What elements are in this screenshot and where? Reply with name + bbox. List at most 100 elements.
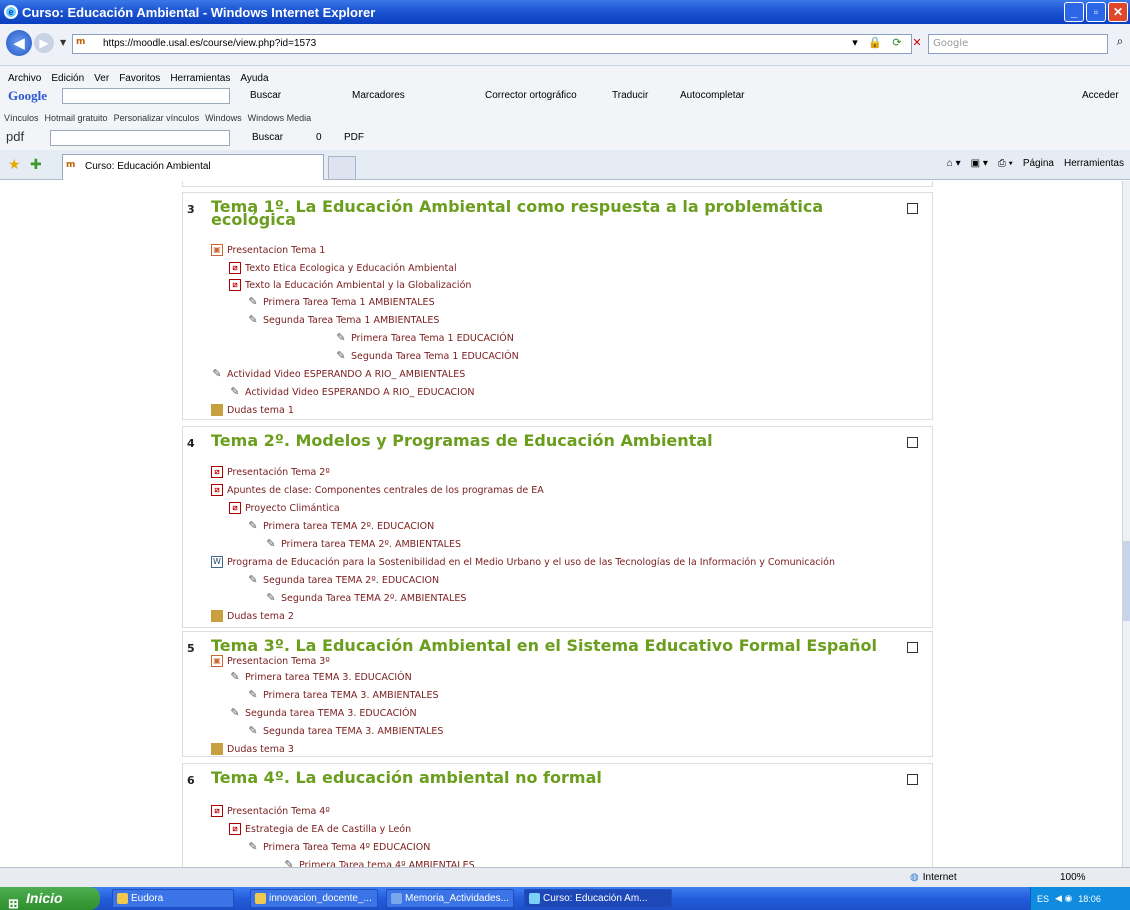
activity-label: Programa de Educación para la Sostenibil… — [227, 556, 836, 568]
bookmarks-button[interactable]: Marcadores — [352, 90, 405, 101]
window-title: Curso: Educación Ambiental - Windows Int… — [22, 4, 376, 20]
activity-link[interactable]: ⧄ Texto la Educación Ambiental y la Globa… — [229, 278, 471, 292]
menu-herramientas[interactable]: Herramientas — [170, 73, 230, 84]
translate-button[interactable]: Traducir — [612, 90, 648, 101]
menu-ver[interactable]: Ver — [94, 73, 109, 84]
activity-link[interactable]: ✎ Segunda tarea TEMA 3. AMBIENTALES — [247, 724, 443, 738]
language-indicator[interactable]: ES — [1037, 894, 1049, 904]
activity-link[interactable]: ✎ Segunda Tarea Tema 1 AMBIENTALES — [247, 313, 439, 327]
activity-label: Primera Tarea Tema 1 EDUCACIÓN — [351, 332, 514, 344]
menu-favoritos[interactable]: Favoritos — [119, 73, 160, 84]
pdf-icon: ⧄ — [211, 466, 223, 478]
link-windows-media[interactable]: Windows Media — [248, 113, 312, 123]
google-search-input[interactable] — [62, 88, 230, 104]
activity-link[interactable]: ✎ Primera tarea TEMA 3. EDUCACIÓN — [229, 670, 412, 684]
sign-in-button[interactable]: Acceder — [1082, 90, 1119, 101]
activity-link[interactable]: ✎ Segunda tarea TEMA 2º. EDUCACION — [247, 573, 439, 587]
activity-link[interactable]: W Programa de Educación para la Sostenibi… — [211, 555, 835, 569]
stop-icon[interactable]: ✕ — [907, 34, 927, 54]
new-tab-button[interactable] — [328, 156, 356, 180]
activity-link[interactable]: ⧄ Estrategia de EA de Castilla y León — [229, 822, 411, 836]
pdf-button[interactable]: PDF — [344, 132, 364, 143]
command-bar: ⌂ ▾ ▣ ▾ ⎙ ▾ Página Herramientas — [947, 158, 1124, 169]
activity-link[interactable]: ✎ Primera Tarea Tema 1 EDUCACIÓN — [335, 331, 514, 345]
link-windows[interactable]: Windows — [205, 113, 242, 123]
start-button[interactable]: ⊞ Inicio — [0, 887, 100, 910]
highlight-topic-checkbox[interactable] — [907, 437, 918, 448]
close-button[interactable]: ✕ — [1108, 2, 1128, 22]
activity-label: Primera tarea TEMA 3. EDUCACIÓN — [245, 671, 412, 683]
activity-link[interactable]: ✎ Segunda tarea TEMA 3. EDUCACIÓN — [229, 706, 417, 720]
activity-link[interactable]: Dudas tema 3 — [211, 742, 294, 756]
activity-link[interactable]: Dudas tema 1 — [211, 403, 294, 417]
address-input[interactable]: https://moodle.usal.es/course/view.php?i… — [72, 34, 912, 54]
activity-link[interactable]: ▣ Presentacion Tema 3º — [211, 654, 330, 668]
topic-section: 6 Tema 4º. La educación ambiental no form… — [182, 763, 933, 867]
activity-link[interactable]: ✎ Primera Tarea Tema 1 AMBIENTALES — [247, 295, 434, 309]
menu-archivo[interactable]: Archivo — [8, 73, 41, 84]
highlight-topic-checkbox[interactable] — [907, 774, 918, 785]
search-input[interactable]: Google — [928, 34, 1108, 54]
address-dropdown-icon[interactable]: ▾ — [845, 34, 865, 54]
home-icon[interactable]: ⌂ ▾ — [947, 158, 961, 169]
tray-icons[interactable]: ◀ ◉ — [1055, 893, 1072, 904]
activity-link[interactable]: ✎ Actividad Video ESPERANDO A RIO_ AMBIEN… — [211, 367, 465, 381]
activity-link[interactable]: ⧄ Proyecto Climántica — [229, 501, 340, 515]
ppt-icon: ▣ — [211, 655, 223, 667]
activity-link[interactable]: ✎ Primera tarea TEMA 2º. EDUCACION — [247, 519, 434, 533]
activity-label: Segunda tarea TEMA 3. EDUCACIÓN — [245, 707, 417, 719]
activity-link[interactable]: ✎ Segunda Tarea Tema 1 EDUCACIÓN — [335, 349, 518, 363]
activity-label: Segunda Tarea Tema 1 AMBIENTALES — [263, 314, 440, 326]
link-hotmail[interactable]: Hotmail gratuito — [45, 113, 108, 123]
tab-course[interactable]: Curso: Educación Ambiental — [62, 154, 324, 180]
favorites-star-icon[interactable]: ★ — [8, 157, 21, 173]
forward-button[interactable]: ▶ — [34, 33, 54, 53]
activity-link[interactable]: ⧄ Presentación Tema 2º — [211, 465, 330, 479]
recent-pages-dropdown-icon[interactable]: ▼ — [60, 38, 66, 47]
maximize-button[interactable]: ▫ — [1086, 2, 1106, 22]
google-search-button[interactable]: Buscar — [250, 90, 281, 101]
activity-link[interactable]: ▣ Presentacion Tema 1 — [211, 243, 325, 257]
activity-label: Actividad Video ESPERANDO A RIO_ AMBIENT… — [227, 368, 466, 380]
feeds-icon[interactable]: ▣ ▾ — [971, 158, 988, 169]
activity-link[interactable]: ✎ Primera Tarea tema 4º AMBIENTALES — [283, 858, 474, 868]
page-menu[interactable]: Página — [1023, 158, 1054, 169]
add-favorite-icon[interactable]: ✚ — [30, 157, 42, 173]
link-personalizar[interactable]: Personalizar vínculos — [114, 113, 200, 123]
tools-menu[interactable]: Herramientas — [1064, 158, 1124, 169]
scrollbar-thumb[interactable] — [1123, 541, 1130, 621]
activity-label: Proyecto Climántica — [245, 502, 340, 514]
refresh-icon[interactable]: ⟳ — [887, 34, 907, 54]
minimize-button[interactable]: _ — [1064, 2, 1084, 22]
zoom-level[interactable]: 100% — [1060, 872, 1086, 883]
activity-link[interactable]: ✎ Primera tarea TEMA 2º. AMBIENTALES — [265, 537, 461, 551]
activity-link[interactable]: ✎ Segunda Tarea TEMA 2º. AMBIENTALES — [265, 591, 466, 605]
autofill-button[interactable]: Autocompletar — [680, 90, 744, 101]
print-icon[interactable]: ⎙ ▾ — [998, 158, 1013, 169]
back-button[interactable]: ◀ — [6, 30, 32, 56]
pdf-search-button[interactable]: Buscar — [252, 132, 283, 143]
taskbar-word-label: Memoria_Actividades... — [405, 893, 509, 904]
spellcheck-button[interactable]: Corrector ortográfico — [485, 90, 577, 101]
taskbar-eudora[interactable]: Eudora — [112, 889, 234, 908]
activity-link[interactable]: ⧄ Apuntes de clase: Componentes centrales… — [211, 483, 544, 497]
activity-link[interactable]: ✎ Primera Tarea Tema 4º EDUCACION — [247, 840, 430, 854]
search-icon[interactable]: ⌕ — [1110, 34, 1130, 54]
menu-edicion[interactable]: Edición — [51, 73, 84, 84]
activity-link[interactable]: ✎ Actividad Video ESPERANDO A RIO_ EDUCAC… — [229, 385, 474, 399]
activity-link[interactable]: ⧄ Presentación Tema 4º — [211, 804, 330, 818]
activity-link[interactable]: Dudas tema 2 — [211, 609, 294, 623]
taskbar-folder[interactable]: innovacion_docente_... — [250, 889, 378, 908]
lock-icon[interactable]: 🔒 — [865, 34, 885, 54]
topic-number: 3 — [187, 203, 195, 216]
taskbar-ie[interactable]: Curso: Educación Am... — [524, 889, 672, 908]
taskbar-word[interactable]: Memoria_Actividades... — [386, 889, 514, 908]
activity-link[interactable]: ✎ Primera tarea TEMA 3. AMBIENTALES — [247, 688, 438, 702]
activity-link[interactable]: ⧄ Texto Etica Ecologica y Educación Ambie… — [229, 261, 457, 275]
vertical-scrollbar[interactable] — [1122, 181, 1130, 867]
highlight-topic-checkbox[interactable] — [907, 642, 918, 653]
pdf-search-input[interactable] — [50, 130, 230, 146]
highlight-topic-checkbox[interactable] — [907, 203, 918, 214]
menu-ayuda[interactable]: Ayuda — [240, 73, 268, 84]
toolbars: Archivo Edición Ver Favoritos Herramient… — [0, 66, 1130, 150]
